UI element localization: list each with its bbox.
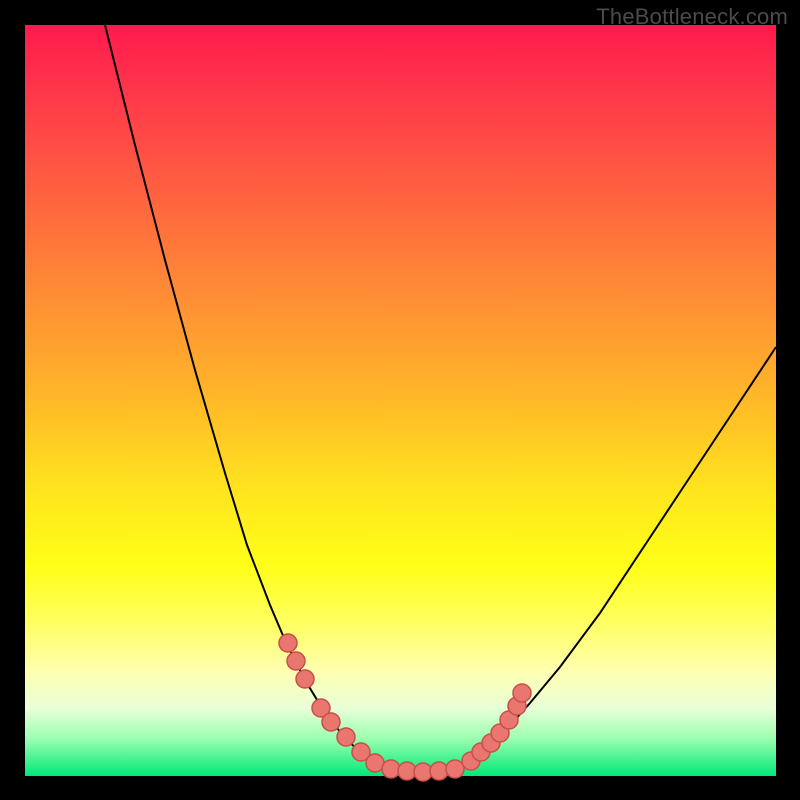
- marker-dot: [322, 713, 340, 731]
- marker-dot: [430, 762, 448, 780]
- marker-dot: [296, 670, 314, 688]
- marker-dot: [398, 762, 416, 780]
- marker-dots-group: [279, 634, 531, 781]
- marker-dot: [513, 684, 531, 702]
- marker-dot: [446, 760, 464, 778]
- bottleneck-curve-chart: [25, 25, 776, 776]
- marker-dot: [337, 728, 355, 746]
- marker-dot: [287, 652, 305, 670]
- marker-dot: [279, 634, 297, 652]
- marker-dot: [414, 763, 432, 781]
- marker-dot: [382, 760, 400, 778]
- bottleneck-curve: [105, 25, 776, 772]
